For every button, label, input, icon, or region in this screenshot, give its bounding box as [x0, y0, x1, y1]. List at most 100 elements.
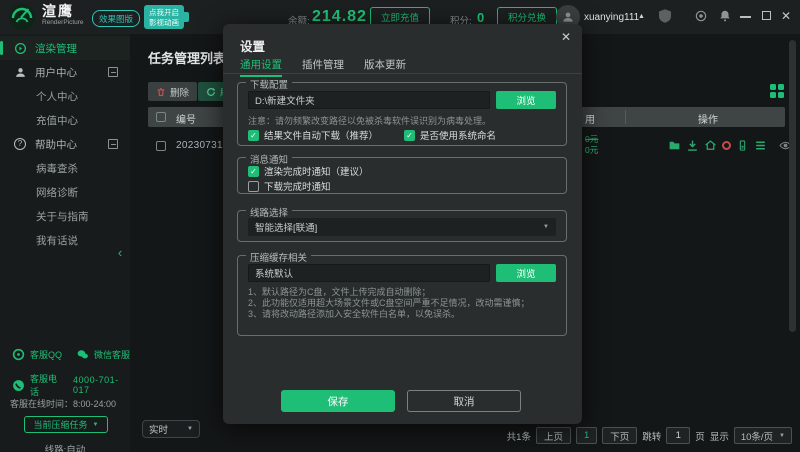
save-button[interactable]: 保存 [281, 390, 395, 412]
notification-group: 消息通知 ✓ 渲染完成时通知（建议） 下载完成时通知 [237, 157, 567, 194]
download-path-input[interactable] [248, 91, 490, 109]
route-select[interactable]: 智能选择[联通] ▼ [248, 218, 556, 236]
cache-path-input[interactable] [248, 264, 490, 282]
sidebar: 渲染管理 用户中心 个人中心 充值中心 ? 帮助中心 病毒查杀 [0, 34, 130, 452]
settings-tabs: 通用设置 插件管理 版本更新 [240, 57, 406, 77]
phone-number: 4000-701-017 [73, 375, 130, 395]
pagination-total: 共1条 [507, 429, 531, 443]
vip-badge-icon [656, 7, 674, 25]
sidebar-item-help-center[interactable]: ? 帮助中心 [0, 132, 130, 156]
browse-button[interactable]: 浏览 [496, 264, 556, 282]
service-hours: 客服在线时间：8:00-24:00 [10, 397, 116, 410]
jump-page-input[interactable] [666, 427, 690, 444]
sidebar-item-label: 充值中心 [36, 113, 78, 128]
column-header-id: 编号 [176, 111, 196, 126]
checkbox-checked-icon[interactable]: ✓ [248, 166, 259, 177]
sidebar-item-label: 我有话说 [36, 233, 78, 248]
download-config-group: 下载配置 浏览 注意：请勿频繁改变路径以免被杀毒软件误识别为病毒处理。 ✓ 结果… [237, 82, 567, 146]
brand: 渲鹰 RenderPicture [42, 4, 84, 27]
grid-view-icon[interactable] [770, 84, 784, 98]
jump-label: 跳转 [642, 429, 661, 443]
tab-plugin-manage[interactable]: 插件管理 [302, 57, 344, 77]
scrollbar-thumb[interactable] [789, 40, 796, 332]
download-complete-notify-option: 下载完成时通知 [248, 179, 331, 193]
bell-icon[interactable] [718, 9, 732, 23]
prev-page-button[interactable]: 上页 [536, 427, 571, 444]
sidebar-item-label: 病毒查杀 [36, 161, 78, 176]
checkbox-unchecked-icon[interactable] [248, 181, 259, 192]
realtime-filter-select[interactable]: 实时 ▼ [142, 420, 200, 438]
sidebar-collapse-icon[interactable]: ‹ [112, 243, 128, 261]
sidebar-item-label: 帮助中心 [35, 137, 77, 152]
delete-button[interactable]: 删除 [148, 82, 197, 101]
group-legend: 下载配置 [246, 77, 292, 91]
sidebar-item-user-center[interactable]: 用户中心 [0, 60, 130, 84]
folder-icon[interactable] [668, 139, 681, 152]
download-note: 注意：请勿频繁改变路径以免被杀毒软件误识别为病毒处理。 [248, 114, 491, 127]
checkbox-checked-icon[interactable]: ✓ [404, 130, 415, 141]
phone-support-link[interactable]: 客服电话 [30, 372, 63, 398]
modal-close-icon[interactable]: ✕ [561, 30, 571, 44]
sidebar-item-personal-center[interactable]: 个人中心 [0, 84, 130, 108]
modal-title: 设置 [240, 36, 265, 55]
settings-target-icon[interactable] [694, 9, 708, 23]
render-complete-notify-option: ✓ 渲染完成时通知（建议） [248, 164, 369, 178]
wechat-support-link[interactable]: 微信客服 [94, 348, 130, 361]
list-icon[interactable] [754, 139, 767, 152]
sidebar-item-virus-scan[interactable]: 病毒查杀 [0, 156, 130, 180]
brand-subtitle: RenderPicture [42, 20, 84, 27]
page-size-select[interactable]: 10条/页 ▼ [734, 427, 792, 444]
points-value: 0 [477, 10, 484, 25]
sidebar-item-feedback[interactable]: 我有话说 [0, 228, 130, 252]
close-window-icon[interactable]: ✕ [781, 9, 791, 23]
column-header-cost: 用 [585, 111, 595, 126]
line-status: 线路:自动 [0, 442, 130, 452]
task-cost: 0元 0元 [585, 134, 598, 157]
battery-icon[interactable] [736, 139, 749, 152]
group-legend: 压缩缓存相关 [246, 250, 311, 264]
cancel-button[interactable]: 取消 [407, 390, 521, 412]
download-icon[interactable] [686, 139, 699, 152]
current-page[interactable]: 1 [576, 427, 597, 444]
switch-edition-button[interactable]: 点我开启 影视动画 [144, 5, 184, 29]
collapse-box-icon[interactable] [108, 67, 118, 77]
next-page-button[interactable]: 下页 [602, 427, 637, 444]
column-divider [625, 110, 626, 124]
group-legend: 线路选择 [246, 205, 292, 219]
app-window: 渲鹰 RenderPicture 效果图版 点我开启 影视动画 余额: 214.… [0, 0, 800, 452]
collapse-box-icon[interactable] [108, 139, 118, 149]
auto-download-option: ✓ 结果文件自动下载（推荐） [248, 128, 378, 142]
caret-down-icon: ▼ [543, 224, 549, 230]
sidebar-item-render-manage[interactable]: 渲染管理 [0, 36, 130, 60]
home-icon[interactable] [704, 139, 717, 152]
support-qq-row: 客服QQ 微信客服 [0, 348, 130, 361]
stop-record-icon[interactable] [722, 141, 731, 150]
sidebar-item-recharge-center[interactable]: 充值中心 [0, 108, 130, 132]
qq-support-link[interactable]: 客服QQ [30, 348, 62, 361]
select-all-checkbox[interactable] [156, 112, 166, 122]
wechat-icon [76, 348, 89, 361]
browse-button[interactable]: 浏览 [496, 91, 556, 109]
sidebar-item-label: 个人中心 [36, 89, 78, 104]
caret-down-icon: ▼ [93, 422, 99, 428]
sidebar-item-label: 关于与指南 [36, 209, 89, 224]
sidebar-item-network-diagnosis[interactable]: 网络诊断 [0, 180, 130, 204]
username[interactable]: xuanying111 [584, 12, 639, 23]
refresh-icon [206, 87, 216, 97]
caret-up-icon[interactable]: ▲ [638, 13, 645, 20]
current-compress-task-button[interactable]: 当前压缩任务 ▼ [24, 416, 108, 433]
checkbox-checked-icon[interactable]: ✓ [248, 130, 259, 141]
sidebar-item-label: 渲染管理 [35, 41, 77, 56]
row-checkbox[interactable] [156, 141, 166, 151]
page-unit-label: 页 [695, 429, 705, 443]
sidebar-item-about-guide[interactable]: 关于与指南 [0, 204, 130, 228]
tab-version-update[interactable]: 版本更新 [364, 57, 406, 77]
tab-general-settings[interactable]: 通用设置 [240, 57, 282, 77]
minimize-icon[interactable] [740, 9, 752, 23]
compress-cache-group: 压缩缓存相关 浏览 1、默认路径为C盘，文件上传完成自动删除； 2、此功能仅适用… [237, 255, 567, 336]
maximize-icon[interactable] [762, 11, 771, 20]
user-icon [14, 66, 27, 79]
sidebar-item-label: 用户中心 [35, 65, 77, 80]
route-select-group: 线路选择 智能选择[联通] ▼ [237, 210, 567, 242]
sidebar-item-label: 网络诊断 [36, 185, 78, 200]
